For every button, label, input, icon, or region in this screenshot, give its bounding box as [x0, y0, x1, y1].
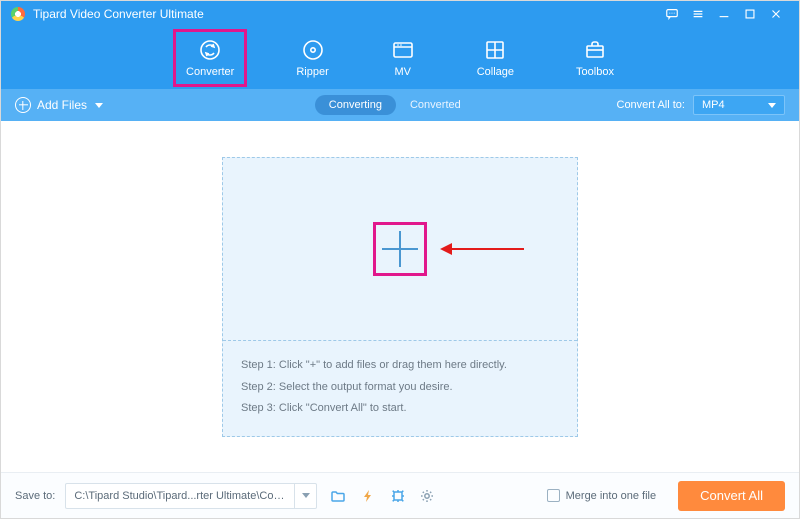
checkbox-icon: [547, 489, 560, 502]
title-bar: Tipard Video Converter Ultimate: [1, 1, 799, 27]
maximize-button[interactable]: [737, 1, 763, 27]
converter-icon: [198, 38, 222, 62]
drop-zone-upper[interactable]: [223, 158, 577, 342]
seg-converting[interactable]: Converting: [315, 95, 396, 115]
plus-icon: [382, 231, 418, 267]
nav-tab-mv[interactable]: MV: [383, 34, 423, 82]
drop-zone[interactable]: Step 1: Click "+" to add files or drag t…: [222, 157, 578, 437]
seg-converted[interactable]: Converted: [396, 95, 475, 115]
save-path-dropdown[interactable]: [294, 484, 316, 508]
settings-button[interactable]: [417, 485, 439, 507]
close-icon: [769, 7, 783, 21]
app-title: Tipard Video Converter Ultimate: [33, 7, 204, 21]
output-format-value: MP4: [702, 99, 725, 111]
gpu-accel-button[interactable]: [357, 485, 379, 507]
nav-tab-ripper[interactable]: Ripper: [288, 34, 336, 82]
mv-icon: [391, 38, 415, 62]
menu-button[interactable]: [685, 1, 711, 27]
nav-label: Collage: [477, 66, 514, 78]
ripper-icon: [301, 38, 325, 62]
step-text: Step 1: Click "+" to add files or drag t…: [241, 355, 559, 376]
step-text: Step 3: Click "Convert All" to start.: [241, 398, 559, 419]
speech-bubble-icon: [665, 7, 679, 21]
maximize-icon: [743, 7, 757, 21]
status-segment: Converting Converted: [315, 95, 475, 115]
output-format-select[interactable]: MP4: [693, 95, 785, 115]
close-button[interactable]: [763, 1, 789, 27]
convert-all-to: Convert All to: MP4: [617, 95, 785, 115]
main-nav: Converter Ripper MV Collage Toolbox: [1, 27, 799, 89]
collage-icon: [483, 38, 507, 62]
lightning-icon: [360, 488, 376, 504]
merge-checkbox[interactable]: Merge into one file: [547, 489, 657, 502]
nav-label: Ripper: [296, 66, 328, 78]
footer-icon-group: [327, 485, 439, 507]
chevron-down-icon: [768, 103, 776, 108]
nav-label: MV: [394, 66, 411, 78]
nav-tab-toolbox[interactable]: Toolbox: [568, 34, 622, 82]
toolbox-icon: [583, 38, 607, 62]
chevron-down-icon: [95, 103, 103, 108]
folder-icon: [330, 488, 346, 504]
step-text: Step 2: Select the output format you des…: [241, 377, 559, 398]
open-folder-button[interactable]: [327, 485, 349, 507]
nav-label: Toolbox: [576, 66, 614, 78]
add-files-label: Add Files: [37, 98, 87, 112]
nav-tab-collage[interactable]: Collage: [469, 34, 522, 82]
save-to-label: Save to:: [15, 490, 55, 502]
main-area: Step 1: Click "+" to add files or drag t…: [1, 121, 799, 472]
save-path-control: C:\Tipard Studio\Tipard...rter Ultimate\…: [65, 483, 317, 509]
sub-toolbar: Add Files Converting Converted Convert A…: [1, 89, 799, 121]
gear-icon: [419, 488, 435, 504]
instruction-steps: Step 1: Click "+" to add files or drag t…: [223, 341, 577, 435]
convert-all-to-label: Convert All to:: [617, 99, 685, 111]
feedback-button[interactable]: [659, 1, 685, 27]
convert-all-button[interactable]: Convert All: [678, 481, 785, 511]
minimize-icon: [717, 7, 731, 21]
add-files-button[interactable]: Add Files: [15, 97, 103, 113]
merge-label: Merge into one file: [566, 490, 657, 502]
save-path-field[interactable]: C:\Tipard Studio\Tipard...rter Ultimate\…: [66, 490, 294, 502]
convert-all-label: Convert All: [700, 488, 763, 503]
footer-bar: Save to: C:\Tipard Studio\Tipard...rter …: [1, 472, 799, 518]
plus-circle-icon: [15, 97, 31, 113]
annotation-arrow: [440, 243, 524, 255]
nav-label: Converter: [186, 66, 234, 78]
nav-tab-converter[interactable]: Converter: [178, 34, 242, 82]
minimize-button[interactable]: [711, 1, 737, 27]
chip-icon: [390, 488, 406, 504]
app-window: Tipard Video Converter Ultimate Converte…: [0, 0, 800, 519]
hardware-encode-button[interactable]: [387, 485, 409, 507]
hamburger-icon: [691, 7, 705, 21]
chevron-down-icon: [302, 493, 310, 498]
add-files-plus-button[interactable]: [376, 225, 424, 273]
app-logo-icon: [11, 7, 25, 21]
